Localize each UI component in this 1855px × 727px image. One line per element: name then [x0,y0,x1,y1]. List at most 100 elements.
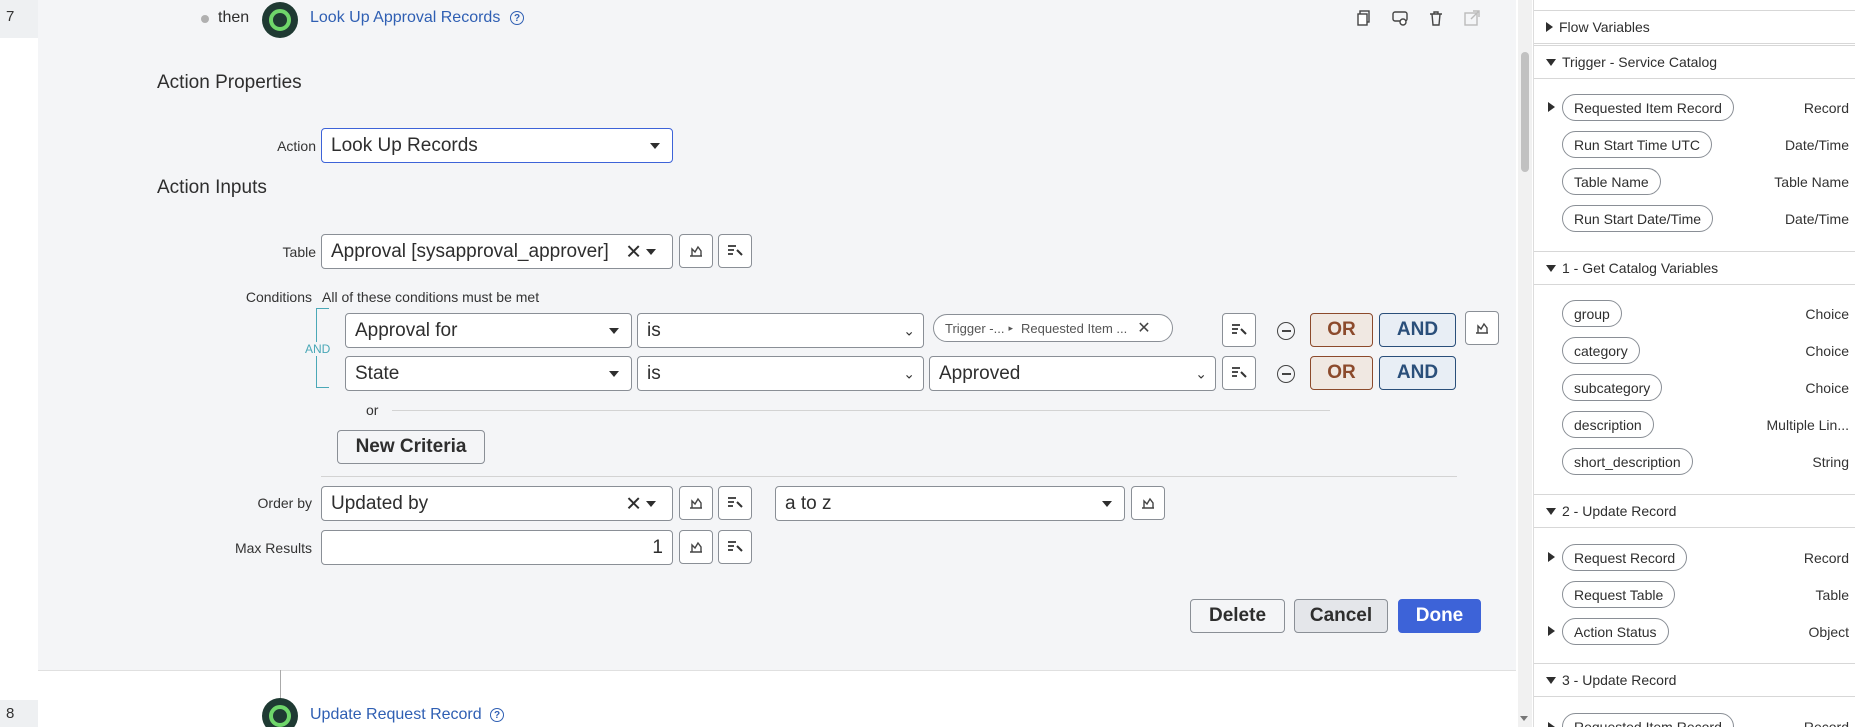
and-button[interactable]: AND [1379,356,1456,390]
data-pill[interactable]: subcategory [1562,374,1663,401]
step-number-7: 7 [0,0,38,38]
clear-icon[interactable]: ✕ [1137,318,1150,338]
divider [392,410,1330,411]
order-by-select[interactable]: Updated by ✕ [321,486,673,521]
main-scrollbar-thumb[interactable] [1521,52,1529,172]
help-icon[interactable]: ? [490,708,504,722]
delete-button[interactable]: Delete [1190,599,1285,633]
data-pill[interactable]: Run Start Date/Time [1562,205,1714,232]
line-number-gutter: 7 8 [0,0,38,727]
done-button[interactable]: Done [1398,599,1481,633]
expand-icon[interactable] [1548,552,1555,562]
condition-operator-select[interactable]: is ⌄ [637,356,924,391]
data-pill[interactable]: Table Name [1562,168,1661,195]
chevron-down-icon: ⌄ [903,365,915,381]
order-by-label: Order by [257,495,312,511]
script-icon[interactable] [679,486,713,520]
condition-field-select[interactable]: Approval for [345,313,632,348]
condition-operator-select[interactable]: is ⌄ [637,313,924,348]
script-icon[interactable] [1131,486,1165,520]
minus-circle-icon[interactable] [1277,365,1295,383]
script-icon[interactable] [679,234,713,268]
expand-icon [1546,22,1553,32]
divider [321,476,1457,477]
action-label: Action [277,138,316,154]
step-title-link[interactable]: Update Request Record [310,706,482,724]
flow-line [280,670,281,700]
data-pill-picker-icon[interactable] [1222,356,1256,390]
condition-value-datapill[interactable]: Trigger -... ▸ Requested Item ... ✕ [933,314,1173,342]
data-pill[interactable]: Run Start Time UTC [1562,131,1713,158]
chevron-down-icon: ⌄ [903,322,915,338]
or-separator-label: or [366,402,379,418]
bullet-dot [201,15,209,23]
data-pill-picker-icon[interactable] [718,530,752,564]
sidebar-section-update-record-3[interactable]: 3 - Update Record [1534,663,1855,697]
sidebar-section-get-catalog-variables[interactable]: 1 - Get Catalog Variables [1534,251,1855,285]
caret-down-icon [646,500,656,507]
max-results-input[interactable]: 1 [321,530,673,565]
step-circle-icon [262,2,298,38]
data-pill-picker-icon[interactable] [1392,10,1408,31]
scroll-down-arrow-icon[interactable] [1520,716,1528,721]
caret-down-icon [1102,500,1112,507]
trash-icon[interactable] [1428,10,1444,31]
caret-down-icon [609,327,619,334]
expand-icon[interactable] [1548,626,1555,636]
data-pill[interactable]: Request Table [1562,581,1676,608]
data-pill[interactable]: category [1562,337,1640,364]
clear-icon[interactable]: ✕ [625,239,642,264]
expand-icon[interactable] [1548,102,1555,112]
action-select-value: Look Up Records [331,134,478,156]
condition-value-select[interactable]: Approved ⌄ [929,356,1216,391]
copy-icon[interactable] [1356,10,1372,31]
collapse-icon [1546,264,1556,272]
data-pill[interactable]: Requested Item Record [1562,94,1734,121]
sidebar-section-update-record-2[interactable]: 2 - Update Record [1534,494,1855,528]
data-pill[interactable]: Action Status [1562,618,1669,645]
table-select-value: Approval [sysapproval_approver] [331,240,609,262]
script-icon[interactable] [1465,311,1499,345]
step-number-8: 8 [0,700,38,727]
script-icon[interactable] [679,530,713,564]
data-pill-picker-icon[interactable] [718,234,752,268]
sidebar-section-flow-variables[interactable]: Flow Variables [1534,10,1855,44]
data-pill-picker-icon[interactable] [1222,313,1256,347]
data-pill[interactable]: description [1562,411,1654,438]
and-button[interactable]: AND [1379,313,1456,347]
pill-separator-icon: ▸ [1008,322,1014,333]
minus-circle-icon[interactable] [1277,322,1295,340]
cancel-button[interactable]: Cancel [1294,599,1388,633]
expand-icon[interactable] [1548,722,1555,727]
sidebar-section-trigger[interactable]: Trigger - Service Catalog [1534,45,1855,79]
order-direction-select[interactable]: a to z [775,486,1125,521]
action-select[interactable]: Look Up Records [321,128,673,163]
or-button[interactable]: OR [1310,356,1373,390]
collapse-icon [1546,58,1556,66]
conditions-label: Conditions [245,289,312,305]
chevron-down-icon: ⌄ [1195,365,1207,381]
step-circle-icon [262,698,298,727]
table-label: Table [282,244,316,260]
data-panel-sidebar: Flow Variables Trigger - Service Catalog… [1533,0,1855,727]
step-title-link[interactable]: Look Up Approval Records [310,9,500,27]
data-pill[interactable]: group [1562,300,1622,327]
data-pill[interactable]: Request Record [1562,544,1688,571]
data-pill[interactable]: short_description [1562,448,1693,475]
data-pill[interactable]: Requested Item Record [1562,713,1734,727]
or-button[interactable]: OR [1310,313,1373,347]
open-external-icon[interactable] [1464,10,1480,31]
max-results-label: Max Results [234,540,312,556]
flow-next-step [38,670,1516,727]
table-select[interactable]: Approval [sysapproval_approver] ✕ [321,234,673,269]
clear-icon[interactable]: ✕ [625,491,642,516]
condition-field-select[interactable]: State [345,356,632,391]
caret-down-icon [650,142,660,149]
caret-down-icon [609,370,619,377]
help-icon[interactable]: ? [510,11,524,25]
caret-down-icon [646,248,656,255]
and-bracket-label: AND [303,342,333,356]
new-criteria-button[interactable]: New Criteria [337,430,485,464]
collapse-icon [1546,676,1556,684]
data-pill-picker-icon[interactable] [718,486,752,520]
